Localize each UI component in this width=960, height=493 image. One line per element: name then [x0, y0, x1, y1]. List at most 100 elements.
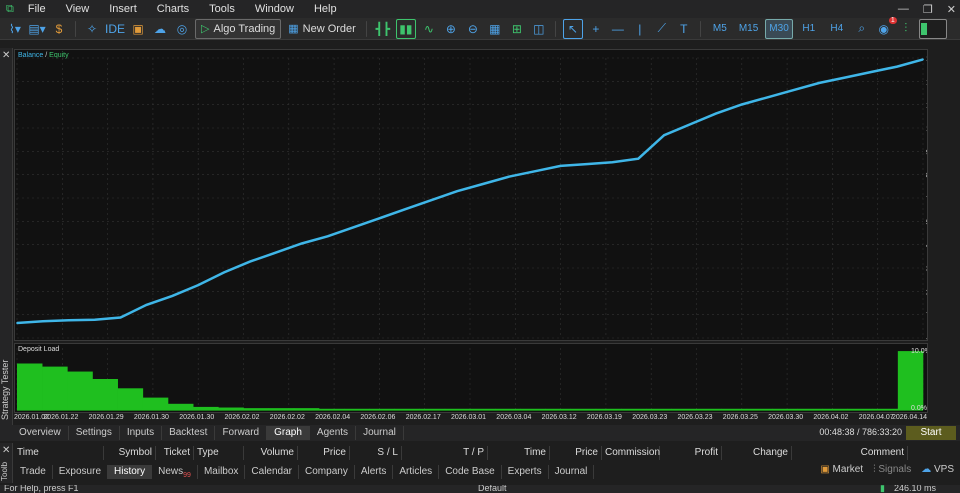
zoom-out-icon[interactable]: ⊖: [464, 20, 482, 38]
history-column-0[interactable]: Time: [14, 446, 104, 460]
history-column-10[interactable]: Commission: [602, 446, 660, 460]
tab-journal[interactable]: Journal: [356, 426, 404, 440]
tab-articles[interactable]: Articles: [393, 465, 440, 479]
history-column-2[interactable]: Ticket: [156, 446, 194, 460]
signals-link[interactable]: ⫶ Signals: [873, 464, 911, 475]
tab-overview[interactable]: Overview: [12, 426, 69, 440]
balance-point: [404, 208, 407, 211]
vps-icon[interactable]: ◎: [173, 20, 191, 38]
history-column-12[interactable]: Change: [722, 446, 792, 460]
tab-trade[interactable]: Trade: [14, 465, 53, 479]
vps-link[interactable]: ☁ VPS: [921, 464, 954, 475]
tab-forward[interactable]: Forward: [215, 426, 268, 440]
notifications-icon[interactable]: ◉ 1: [875, 16, 897, 38]
menu-view[interactable]: View: [56, 3, 100, 15]
news-badge: 99: [183, 472, 191, 479]
x-tick-label: 2026.04.14: [892, 414, 928, 421]
start-button[interactable]: Start: [906, 426, 956, 440]
tab-backtest[interactable]: Backtest: [162, 426, 216, 440]
menu-insert[interactable]: Insert: [99, 3, 147, 15]
toolbox-right-links: ▣ Market ⫶ Signals ☁ VPS: [820, 464, 954, 475]
balance-point: [300, 242, 303, 245]
menu-help[interactable]: Help: [304, 3, 347, 15]
tab-graph[interactable]: Graph: [267, 426, 310, 440]
zoom-in-icon[interactable]: ⊕: [442, 20, 460, 38]
tab-experts[interactable]: Experts: [502, 465, 549, 479]
market-link[interactable]: ▣ Market: [820, 464, 863, 475]
market-bag-icon[interactable]: ▣: [129, 20, 147, 38]
timeframe-m5[interactable]: M5: [708, 20, 732, 38]
new-chart-icon[interactable]: ⌇▾: [6, 20, 24, 38]
cursor-icon[interactable]: ↖: [562, 18, 583, 39]
history-column-13[interactable]: Comment: [792, 446, 908, 460]
balance-point: [896, 65, 899, 68]
tab-calendar[interactable]: Calendar: [245, 465, 300, 479]
tab-agents[interactable]: Agents: [310, 426, 357, 440]
profiles-icon[interactable]: ▤▾: [28, 20, 46, 38]
close-tester-icon[interactable]: ✕: [2, 50, 10, 61]
crosshair-icon[interactable]: +: [587, 20, 605, 38]
menu-charts[interactable]: Charts: [147, 3, 199, 15]
menu-file[interactable]: File: [18, 3, 56, 15]
tab-alerts[interactable]: Alerts: [355, 465, 394, 479]
dollar-icon[interactable]: $: [50, 20, 68, 38]
metaeditor-icon[interactable]: ✧: [83, 20, 101, 38]
tab-company[interactable]: Company: [299, 465, 355, 479]
signal-strength-icon[interactable]: ⫶: [897, 20, 915, 38]
tab-history[interactable]: History: [108, 465, 153, 479]
tab-news[interactable]: News99: [152, 465, 198, 479]
market-bag-icon: ▣: [820, 464, 830, 475]
balance-point: [533, 170, 536, 173]
restore-icon[interactable]: ❐: [923, 3, 933, 16]
x-tick-label: 2026.04.02: [813, 414, 849, 421]
horizontal-line-icon[interactable]: —: [609, 20, 627, 38]
tab-mailbox[interactable]: Mailbox: [198, 465, 246, 479]
x-tick-label: 2026.01.29: [88, 414, 124, 421]
trendline-icon[interactable]: ⟋: [653, 20, 671, 38]
algo-trading-button[interactable]: ▷ Algo Trading: [195, 18, 282, 39]
timeframe-h1[interactable]: H1: [797, 20, 821, 38]
cloud-icon[interactable]: ☁: [151, 20, 169, 38]
tab-journal-toolbox[interactable]: Journal: [549, 465, 595, 479]
deposit-bar: [897, 351, 924, 410]
ide-button[interactable]: IDE: [105, 20, 125, 38]
tab-inputs[interactable]: Inputs: [120, 426, 163, 440]
history-column-11[interactable]: Profit: [660, 446, 722, 460]
history-column-4[interactable]: Volume: [244, 446, 298, 460]
deposit-bar: [42, 366, 68, 410]
balance-point: [67, 319, 70, 322]
history-column-7[interactable]: T / P: [402, 446, 488, 460]
history-column-1[interactable]: Symbol: [104, 446, 156, 460]
algo-trading-label: Algo Trading: [213, 22, 276, 35]
close-toolbox-icon[interactable]: ✕: [2, 445, 10, 456]
x-tick-label: 2026.02.04: [315, 414, 351, 421]
timeframe-h4[interactable]: H4: [825, 20, 849, 38]
menu-window[interactable]: Window: [245, 3, 304, 15]
tile-windows-icon[interactable]: ▦: [486, 20, 504, 38]
balance-point: [326, 235, 329, 238]
close-icon[interactable]: ✕: [947, 3, 956, 16]
timeframe-m30[interactable]: M30: [765, 18, 793, 39]
history-column-5[interactable]: Price: [298, 446, 350, 460]
vertical-line-icon[interactable]: |: [631, 20, 649, 38]
text-tool-icon[interactable]: T: [675, 20, 693, 38]
menu-tools[interactable]: Tools: [199, 3, 245, 15]
indicators-icon[interactable]: ⊞: [508, 20, 526, 38]
tab-exposure[interactable]: Exposure: [53, 465, 109, 479]
line-chart-icon[interactable]: ∿: [420, 20, 438, 38]
x-tick-label: 2026.03.12: [541, 414, 577, 421]
history-column-8[interactable]: Time: [488, 446, 550, 460]
tab-settings[interactable]: Settings: [69, 426, 120, 440]
bar-chart-icon[interactable]: ┫┣: [374, 20, 392, 38]
minimize-icon[interactable]: —: [898, 3, 909, 15]
history-column-6[interactable]: S / L: [350, 446, 402, 460]
templates-icon[interactable]: ◫: [530, 20, 548, 38]
history-column-3[interactable]: Type: [194, 446, 244, 460]
new-order-button[interactable]: ▦ New Order: [285, 20, 359, 38]
timeframe-m15[interactable]: M15: [736, 20, 761, 38]
tab-code-base[interactable]: Code Base: [439, 465, 502, 479]
search-icon[interactable]: ⌕: [853, 20, 871, 38]
history-column-9[interactable]: Price: [550, 446, 602, 460]
balance-point: [818, 81, 821, 84]
candlestick-icon[interactable]: ▮▮: [395, 18, 416, 39]
